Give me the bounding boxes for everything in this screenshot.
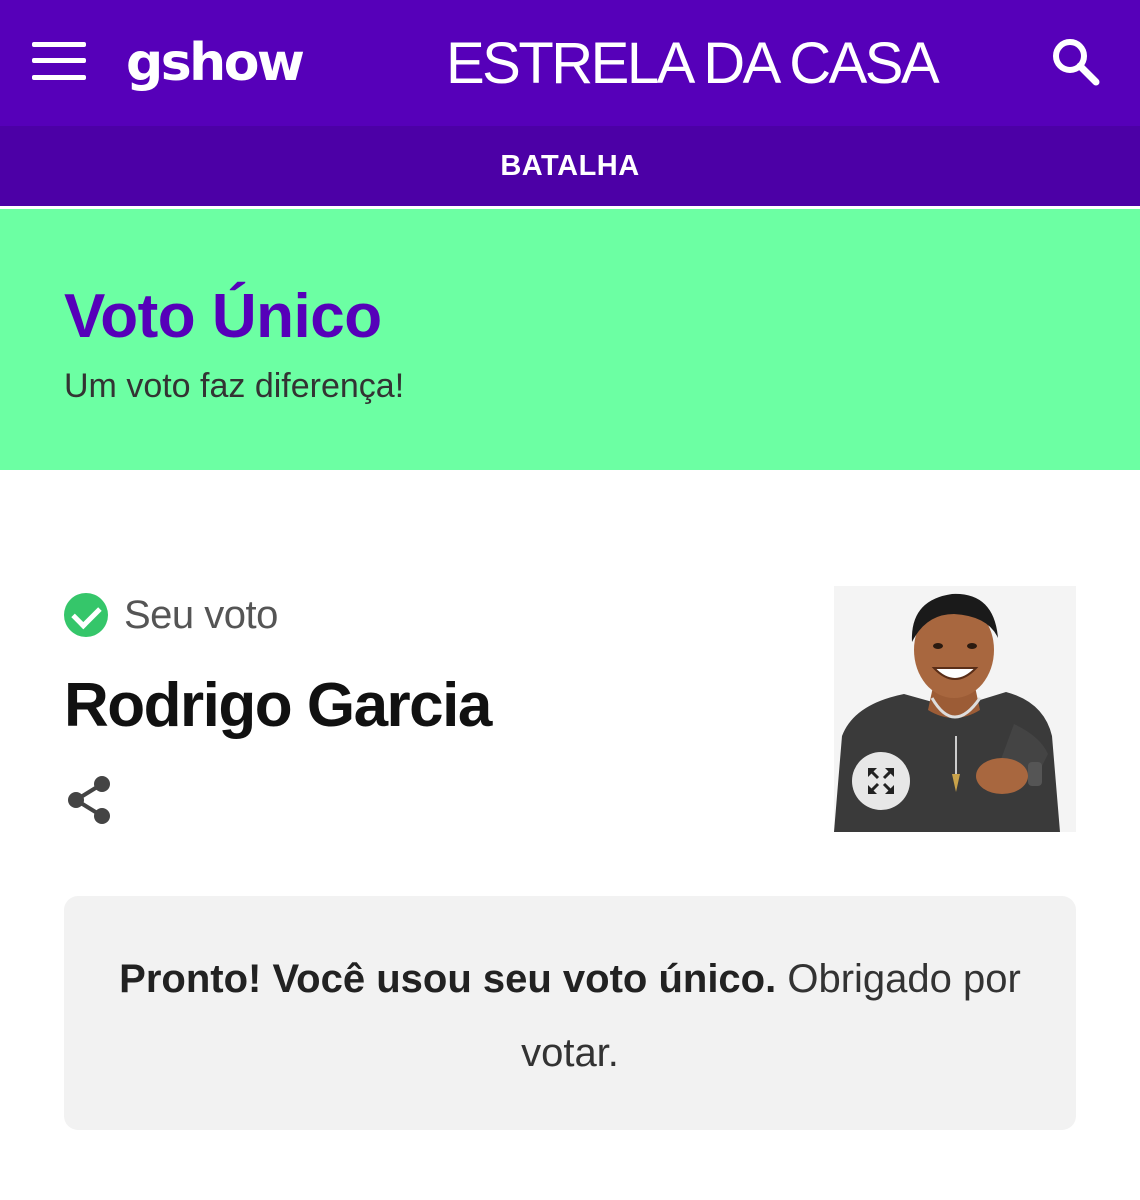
top-header: gshow ESTRELA DA CASA xyxy=(0,0,1140,126)
share-icon[interactable] xyxy=(66,774,114,826)
check-circle-icon xyxy=(64,593,108,637)
search-icon[interactable] xyxy=(1050,36,1102,88)
vote-label: Seu voto xyxy=(124,592,278,637)
gshow-logo[interactable]: gshow xyxy=(126,28,305,98)
vote-status: Seu voto xyxy=(64,592,278,638)
nav-link-batalha[interactable]: BATALHA xyxy=(500,150,639,183)
logo-text: gshow xyxy=(126,33,305,93)
hamburger-menu-icon[interactable] xyxy=(32,42,86,80)
hero-subtitle: Um voto faz diferença! xyxy=(64,367,405,405)
section-nav: BATALHA xyxy=(0,126,1140,206)
page-title: ESTRELA DA CASA xyxy=(446,31,940,96)
notice-bold-text: Pronto! Você usou seu voto único. xyxy=(119,957,777,1001)
candidate-name: Rodrigo Garcia xyxy=(64,671,492,740)
hero-banner: Voto Único Um voto faz diferença! xyxy=(0,209,1140,470)
expand-icon[interactable] xyxy=(852,752,910,810)
hero-title: Voto Único xyxy=(64,282,382,351)
vote-confirmation-notice: Pronto! Você usou seu voto único. Obriga… xyxy=(64,896,1076,1130)
